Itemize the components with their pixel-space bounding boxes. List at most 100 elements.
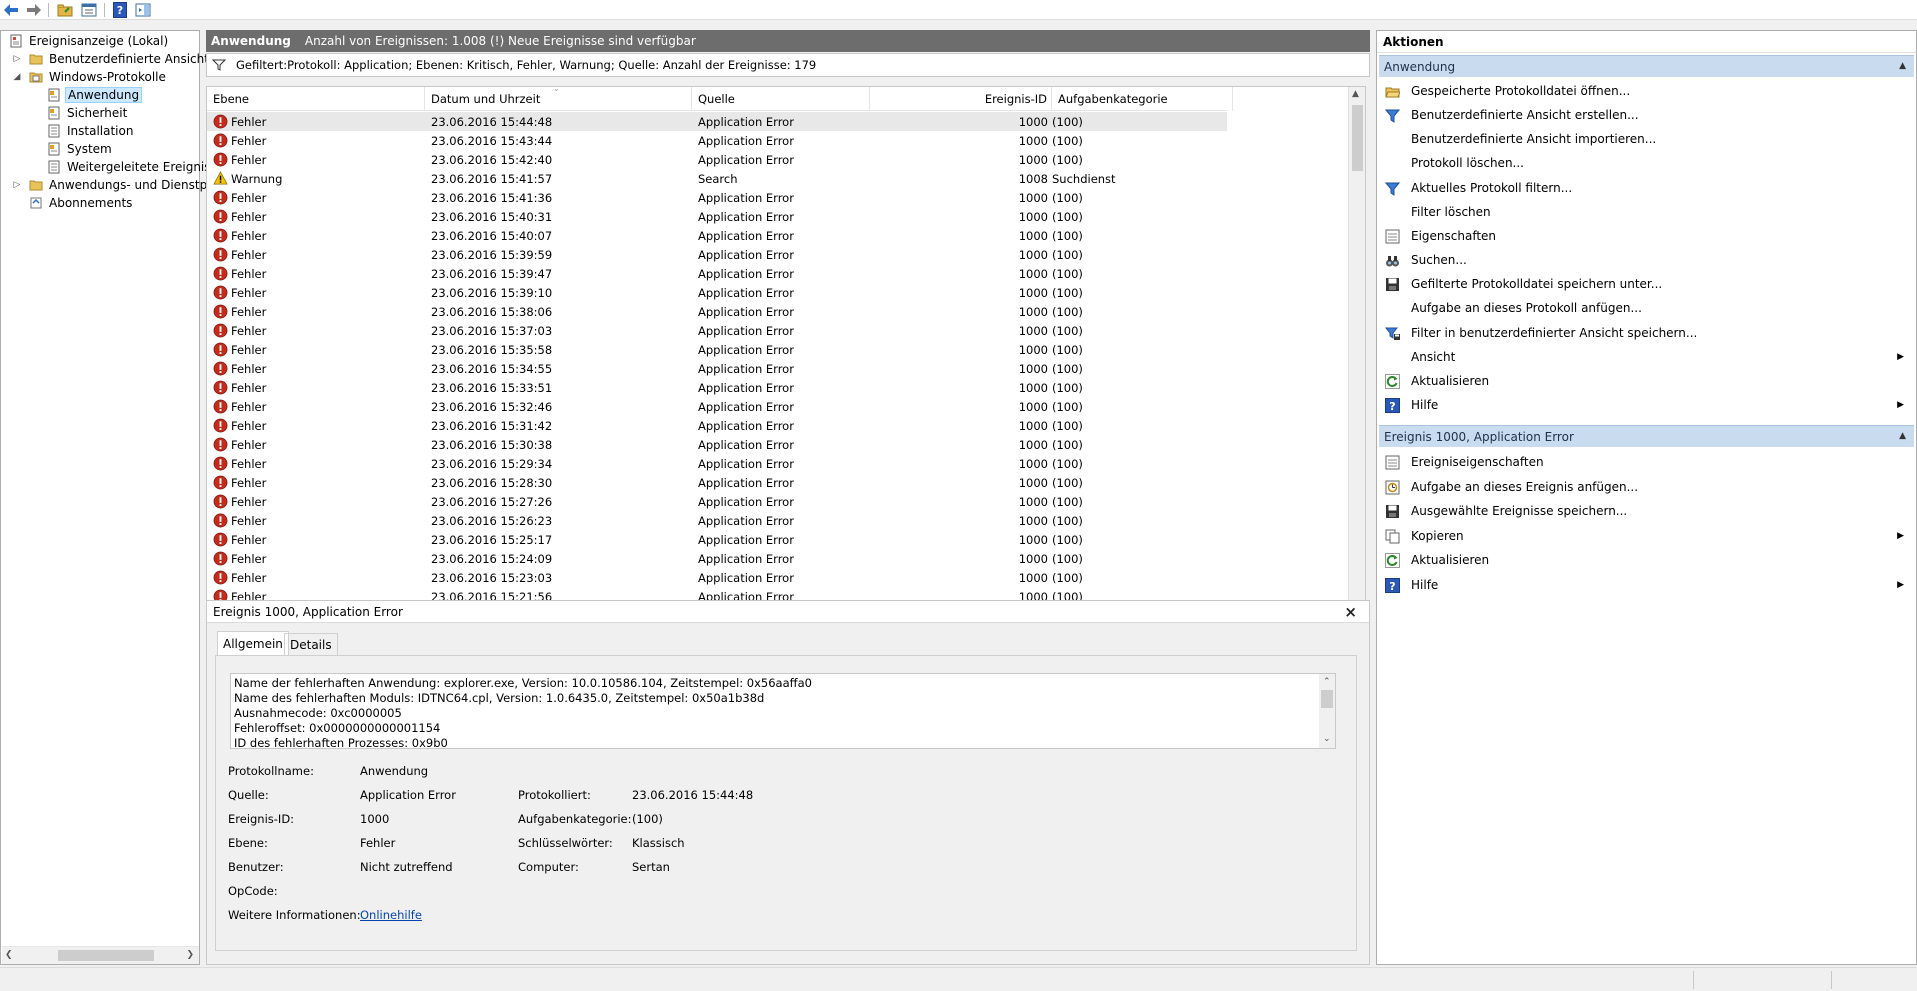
help-icon[interactable]: ?: [111, 1, 129, 19]
tree-item-windows-logs[interactable]: Windows-Protokolle: [29, 68, 168, 86]
table-row[interactable]: Fehler 23.06.2016 15:34:55 Application Err…: [207, 359, 1227, 378]
tree-item-application[interactable]: Anwendung: [47, 86, 143, 104]
table-row[interactable]: Fehler 23.06.2016 15:24:09 Application Err…: [207, 549, 1227, 568]
scroll-down-icon[interactable]: ⌄: [1323, 732, 1331, 747]
close-icon[interactable]: ×: [1344, 603, 1357, 621]
action-eigenschaften[interactable]: Eigenschaften: [1379, 225, 1914, 247]
expand-chevron-icon[interactable]: ▷: [11, 50, 23, 68]
show-action-pane-icon[interactable]: [134, 1, 152, 19]
actions-section-log[interactable]: Anwendung ▲: [1379, 55, 1914, 77]
action-filter-löschen[interactable]: Filter löschen: [1379, 201, 1914, 223]
action-aktualisieren[interactable]: Aktualisieren: [1379, 549, 1914, 571]
table-row[interactable]: Fehler 23.06.2016 15:31:42 Application Err…: [207, 416, 1227, 435]
tree-item-label: Benutzerdefinierte Ansichten: [49, 52, 224, 66]
tree-item-setup[interactable]: Installation: [47, 122, 135, 140]
tree-item-forwarded-events[interactable]: Weitergeleitete Ereignisse: [47, 158, 226, 176]
action-gefilterte-protokolldatei-speichern-unter[interactable]: Gefilterte Protokolldatei speichern unte…: [1379, 273, 1914, 295]
collapse-caret-icon[interactable]: ▲: [1899, 61, 1906, 71]
table-row[interactable]: Fehler 23.06.2016 15:44:48 Application Err…: [207, 112, 1227, 131]
tree-item-root[interactable]: Ereignisanzeige (Lokal): [9, 32, 170, 50]
back-icon[interactable]: [2, 1, 20, 19]
action-aktuelles-protokoll-filtern[interactable]: Aktuelles Protokoll filtern...: [1379, 177, 1914, 199]
level-label: Fehler: [231, 551, 267, 566]
level-label: Fehler: [231, 418, 267, 433]
collapse-caret-icon[interactable]: ▲: [1899, 431, 1906, 441]
action-benutzerdefinierte-ansicht-erstellen[interactable]: Benutzerdefinierte Ansicht erstellen...: [1379, 104, 1914, 126]
table-row[interactable]: Fehler 23.06.2016 15:32:46 Application Err…: [207, 397, 1227, 416]
table-row[interactable]: Fehler 23.06.2016 15:42:40 Application Err…: [207, 150, 1227, 169]
table-row[interactable]: Fehler 23.06.2016 15:25:17 Application Err…: [207, 530, 1227, 549]
table-row[interactable]: Fehler 23.06.2016 15:30:38 Application Err…: [207, 435, 1227, 454]
table-row[interactable]: Fehler 23.06.2016 15:40:31 Application Err…: [207, 207, 1227, 226]
forward-icon[interactable]: [25, 1, 43, 19]
scroll-up-icon[interactable]: ▲: [1352, 89, 1359, 99]
column-header-source[interactable]: Quelle: [692, 87, 870, 111]
actions-section-event[interactable]: Ereignis 1000, Application Error ▲: [1379, 425, 1914, 447]
action-ausgewählte-ereignisse-speichern[interactable]: Ausgewählte Ereignisse speichern...: [1379, 500, 1914, 522]
table-row[interactable]: Fehler 23.06.2016 15:28:30 Application Err…: [207, 473, 1227, 492]
scroll-left-icon[interactable]: ❮: [5, 950, 13, 960]
action-benutzerdefinierte-ansicht-importieren[interactable]: Benutzerdefinierte Ansicht importieren..…: [1379, 128, 1914, 150]
cell-event-id: 1000: [1018, 209, 1048, 224]
column-header-task-category[interactable]: Aufgabenkategorie: [1052, 87, 1233, 111]
action-aufgabe-an-dieses-ereignis-anfügen[interactable]: Aufgabe an dieses Ereignis anfügen...: [1379, 476, 1914, 498]
online-help-link[interactable]: Onlinehilfe: [360, 908, 422, 922]
action-ereigniseigenschaften[interactable]: Ereigniseigenschaften: [1379, 451, 1914, 473]
column-header-level[interactable]: Ebene: [207, 87, 425, 111]
table-row[interactable]: Fehler 23.06.2016 15:40:07 Application Err…: [207, 226, 1227, 245]
event-list-vertical-scrollbar[interactable]: ▲ ▼: [1348, 87, 1365, 625]
table-row[interactable]: Fehler 23.06.2016 15:38:06 Application Err…: [207, 302, 1227, 321]
cell-date: 23.06.2016 15:32:46: [431, 399, 553, 414]
action-hilfe[interactable]: ? Hilfe ▶: [1379, 574, 1914, 596]
tab-general[interactable]: Allgemein: [217, 631, 289, 655]
table-row[interactable]: Fehler 23.06.2016 15:27:26 Application Err…: [207, 492, 1227, 511]
tree-item-system[interactable]: System: [47, 140, 114, 158]
table-row[interactable]: Fehler 23.06.2016 15:35:58 Application Err…: [207, 340, 1227, 359]
table-row[interactable]: Fehler 23.06.2016 15:29:34 Application Err…: [207, 454, 1227, 473]
scroll-up-icon[interactable]: ⌃: [1323, 675, 1331, 690]
action-hilfe[interactable]: ? Hilfe ▶: [1379, 394, 1914, 416]
action-aktualisieren[interactable]: Aktualisieren: [1379, 370, 1914, 392]
properties-icon[interactable]: [80, 1, 98, 19]
table-row[interactable]: Fehler 23.06.2016 15:39:10 Application Err…: [207, 283, 1227, 302]
help-icon: ?: [1385, 397, 1400, 413]
column-header-date[interactable]: Datum und Uhrzeit ⌄: [425, 87, 692, 111]
scroll-right-icon[interactable]: ❯: [186, 950, 194, 960]
action-ansicht[interactable]: Ansicht ▶: [1379, 346, 1914, 368]
table-row[interactable]: Fehler 23.06.2016 15:39:59 Application Err…: [207, 245, 1227, 264]
cell-date: 23.06.2016 15:39:10: [431, 285, 553, 300]
description-scrollbar[interactable]: ⌃ ⌄: [1319, 674, 1335, 748]
action-suchen[interactable]: Suchen...: [1379, 249, 1914, 271]
scroll-thumb[interactable]: [1352, 105, 1363, 171]
open-icon[interactable]: [56, 1, 74, 19]
property-label: OpCode:: [228, 884, 278, 898]
table-row[interactable]: Warnung 23.06.2016 15:41:57 Search 1008 Such…: [207, 169, 1227, 188]
tree-item-security[interactable]: Sicherheit: [47, 104, 129, 122]
cell-level: Fehler: [213, 454, 413, 473]
action-gespeicherte-protokolldatei-öffnen[interactable]: Gespeicherte Protokolldatei öffnen...: [1379, 80, 1914, 102]
action-aufgabe-an-dieses-protokoll-anfügen[interactable]: Aufgabe an dieses Protokoll anfügen...: [1379, 297, 1914, 319]
expand-chevron-icon[interactable]: ▷: [11, 176, 23, 194]
scroll-thumb[interactable]: [1321, 690, 1333, 708]
error-icon: [213, 437, 228, 452]
table-row[interactable]: Fehler 23.06.2016 15:39:47 Application Err…: [207, 264, 1227, 283]
tab-details[interactable]: Details: [284, 633, 338, 655]
tree-item-subscriptions[interactable]: Abonnements: [29, 194, 134, 212]
event-description[interactable]: Name der fehlerhaften Anwendung: explore…: [230, 673, 1336, 749]
action-kopieren[interactable]: Kopieren ▶: [1379, 525, 1914, 547]
cell-date: 23.06.2016 15:31:42: [431, 418, 553, 433]
action-label: Aufgabe an dieses Ereignis anfügen...: [1411, 479, 1639, 494]
table-row[interactable]: Fehler 23.06.2016 15:33:51 Application Err…: [207, 378, 1227, 397]
tree-horizontal-scrollbar[interactable]: ❮ ❯: [2, 946, 199, 964]
column-header-event-id[interactable]: Ereignis-ID: [870, 87, 1052, 111]
table-row[interactable]: Fehler 23.06.2016 15:26:23 Application Err…: [207, 511, 1227, 530]
table-row[interactable]: Fehler 23.06.2016 15:23:03 Application Err…: [207, 568, 1227, 587]
table-row[interactable]: Fehler 23.06.2016 15:41:36 Application Err…: [207, 188, 1227, 207]
tree-item-custom-views[interactable]: Benutzerdefinierte Ansichten: [29, 50, 226, 68]
table-row[interactable]: Fehler 23.06.2016 15:43:44 Application Err…: [207, 131, 1227, 150]
action-filter-in-benutzerdefinierter-ansicht-speichern[interactable]: Filter in benutzerdefinierter Ansicht sp…: [1379, 322, 1914, 344]
action-protokoll-löschen[interactable]: Protokoll löschen...: [1379, 152, 1914, 174]
scroll-thumb[interactable]: [58, 950, 154, 961]
table-row[interactable]: Fehler 23.06.2016 15:37:03 Application Err…: [207, 321, 1227, 340]
collapse-chevron-icon[interactable]: ◢: [11, 68, 23, 86]
